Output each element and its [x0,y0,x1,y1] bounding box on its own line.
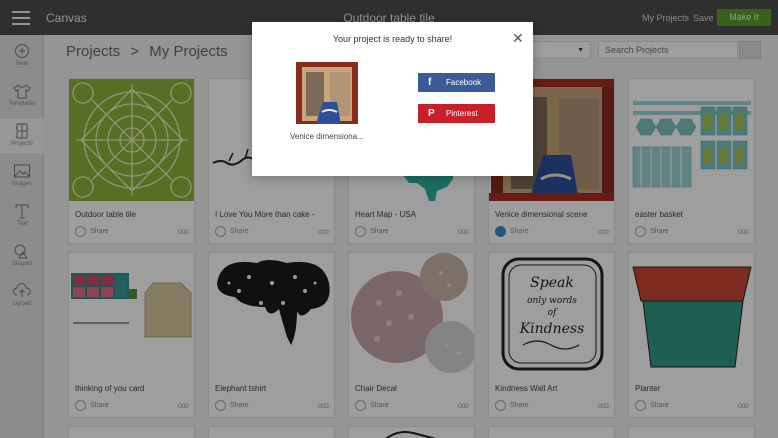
close-icon[interactable]: ✕ [512,31,524,45]
facebook-icon: f [428,77,432,88]
project-caption: Venice dimensiona... [290,132,364,141]
share-modal: Your project is ready to share! ✕ Venice… [252,22,533,176]
modal-title: Your project is ready to share! [332,34,453,44]
pinterest-share-button[interactable]: P Pinterest [418,104,495,123]
facebook-share-button[interactable]: f Facebook [418,73,495,92]
pinterest-icon: P [428,108,435,119]
pinterest-label: Pinterest [446,109,478,118]
facebook-label: Facebook [446,78,482,87]
project-thumbnail [296,62,358,124]
